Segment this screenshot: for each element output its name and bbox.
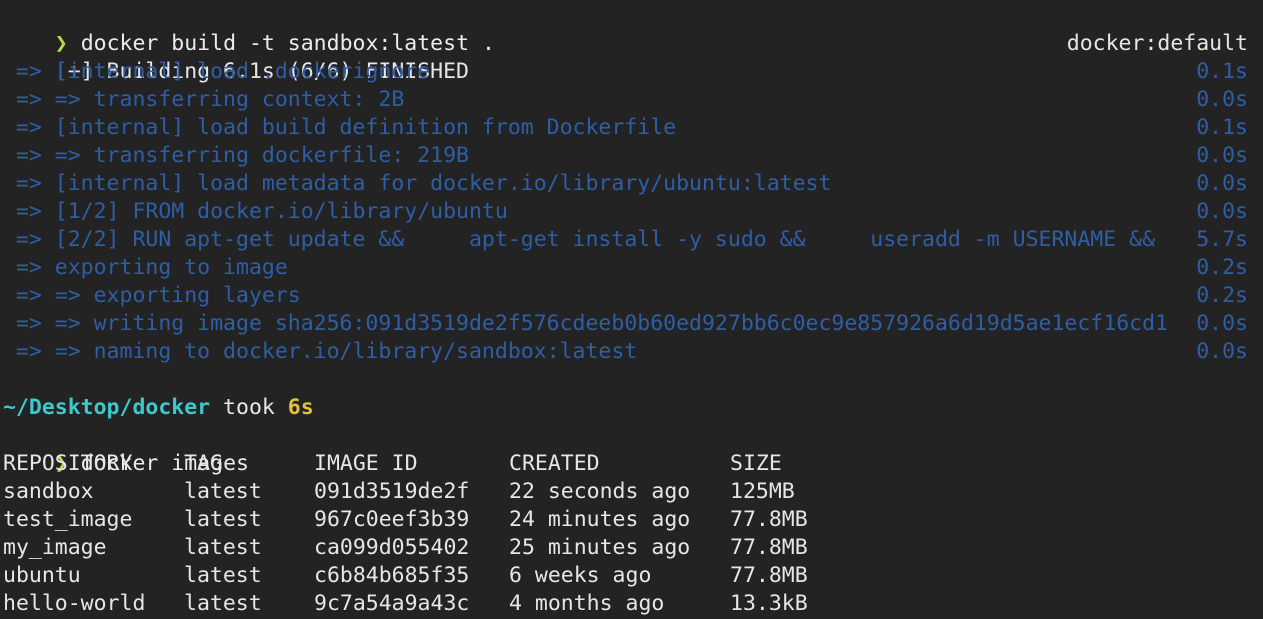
cell-image-id: ca099d055402: [314, 535, 470, 560]
build-step-time: 0.0s: [1196, 199, 1248, 224]
header-size: SIZE: [730, 451, 782, 476]
build-step-time: 0.0s: [1196, 143, 1248, 168]
cell-tag: latest: [184, 563, 262, 588]
cell-size: 77.8MB: [730, 535, 808, 560]
cell-image-id: 9c7a54a9a43c: [314, 591, 470, 616]
build-step-time: 0.0s: [1196, 339, 1248, 364]
images-table-header: REPOSITORY TAG IMAGE ID CREATED SIZE: [3, 450, 1263, 478]
build-step-time: 0.1s: [1196, 59, 1248, 84]
build-step-time: 0.0s: [1196, 87, 1248, 112]
build-step: => [2/2] RUN apt-get update && apt-get i…: [3, 226, 1263, 254]
build-step: => => writing image sha256:091d3519de2f5…: [3, 310, 1263, 338]
table-row: test_image latest 967c0eef3b39 24 minute…: [3, 506, 1263, 534]
build-step: => [internal] load metadata for docker.i…: [3, 170, 1263, 198]
cell-created: 25 minutes ago: [509, 535, 691, 560]
cell-tag: latest: [184, 479, 262, 504]
build-step: => => transferring dockerfile: 219B 0.0s: [3, 142, 1263, 170]
build-step-time: 0.0s: [1196, 311, 1248, 336]
build-step-time: 0.2s: [1196, 283, 1248, 308]
cell-repository: test_image: [3, 507, 133, 532]
build-step: => => naming to docker.io/library/sandbo…: [3, 338, 1263, 366]
cell-repository: sandbox: [3, 479, 94, 504]
build-step-text: => [internal] load build definition from…: [3, 115, 677, 140]
build-step: => [internal] load build definition from…: [3, 114, 1263, 142]
build-step-text: => => writing image sha256:091d3519de2f5…: [3, 311, 1168, 336]
cell-size: 125MB: [730, 479, 795, 504]
table-row: ubuntu latest c6b84b685f35 6 weeks ago 7…: [3, 562, 1263, 590]
cell-created: 22 seconds ago: [509, 479, 691, 504]
cell-image-id: 091d3519de2f: [314, 479, 470, 504]
header-repository: REPOSITORY: [3, 451, 133, 476]
cell-image-id: c6b84b685f35: [314, 563, 470, 588]
cell-created: 4 months ago: [509, 591, 665, 616]
command-duration: 6s: [287, 395, 314, 420]
header-image-id: IMAGE ID: [314, 451, 418, 476]
build-step: => => exporting layers 0.2s: [3, 282, 1263, 310]
build-step-time: 5.7s: [1196, 227, 1248, 252]
build-step: => [1/2] FROM docker.io/library/ubuntu 0.…: [3, 198, 1263, 226]
cell-repository: ubuntu: [3, 563, 81, 588]
terminal-window[interactable]: ❯ docker build -t sandbox:latest . [+] B…: [0, 0, 1263, 619]
table-row: hello-world latest 9c7a54a9a43c 4 months…: [3, 590, 1263, 618]
build-step: => => transferring context: 2B 0.0s: [3, 86, 1263, 114]
cell-repository: my_image: [3, 535, 107, 560]
build-step-text: => [2/2] RUN apt-get update && apt-get i…: [3, 227, 1156, 252]
cell-repository: hello-world: [3, 591, 146, 616]
build-step-time: 0.0s: [1196, 171, 1248, 196]
build-command-line: ❯ docker build -t sandbox:latest .: [3, 2, 1263, 56]
cell-created: 24 minutes ago: [509, 507, 691, 532]
build-step-text: => => transferring dockerfile: 219B: [3, 143, 469, 168]
build-status-line: [+] Building 6.1s (6/6) FINISHED docker:…: [3, 30, 1263, 84]
build-step: => [internal] load .dockerignore 0.1s: [3, 58, 1263, 86]
build-step: => exporting to image 0.2s: [3, 254, 1263, 282]
build-step-time: 0.1s: [1196, 115, 1248, 140]
build-step-text: => => transferring context: 2B: [3, 87, 405, 112]
build-step-text: => [1/2] FROM docker.io/library/ubuntu: [3, 199, 508, 224]
header-tag: TAG: [184, 451, 223, 476]
prompt-status-line: ~/Desktop/docker took 6s: [3, 394, 1263, 422]
cell-tag: latest: [184, 535, 262, 560]
took-label: took: [210, 395, 288, 420]
images-command-line: ❯ docker images: [3, 422, 1263, 476]
cell-size: 77.8MB: [730, 507, 808, 532]
cell-created: 6 weeks ago: [509, 563, 652, 588]
table-row: sandbox latest 091d3519de2f 22 seconds a…: [3, 478, 1263, 506]
build-step-text: => exporting to image: [3, 255, 288, 280]
cell-size: 13.3kB: [730, 591, 808, 616]
table-row: my_image latest ca099d055402 25 minutes …: [3, 534, 1263, 562]
cell-image-id: 967c0eef3b39: [314, 507, 470, 532]
build-step-text: => => exporting layers: [3, 283, 301, 308]
cell-tag: latest: [184, 507, 262, 532]
builder-name: docker:default: [1066, 31, 1248, 56]
build-step-text: => => naming to docker.io/library/sandbo…: [3, 339, 638, 364]
current-directory: ~/Desktop/docker: [3, 395, 211, 420]
build-step-text: => [internal] load .dockerignore: [3, 59, 431, 84]
build-step-text: => [internal] load metadata for docker.i…: [3, 171, 832, 196]
cell-size: 77.8MB: [730, 563, 808, 588]
header-created: CREATED: [509, 451, 600, 476]
cell-tag: latest: [184, 591, 262, 616]
build-step-time: 0.2s: [1196, 255, 1248, 280]
